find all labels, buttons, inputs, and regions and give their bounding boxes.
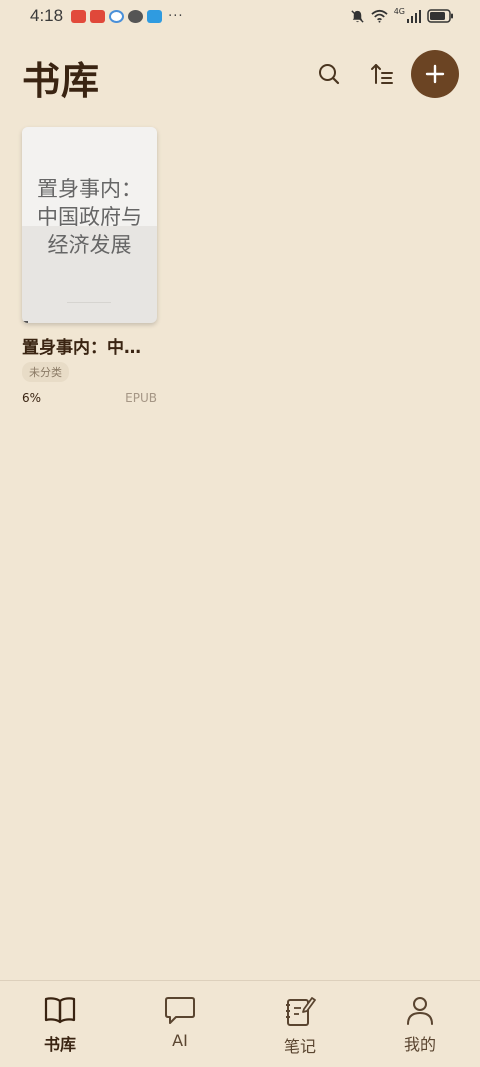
book-meta: 6% EPUB [22, 391, 157, 405]
header: 书库 [0, 44, 480, 106]
sort-icon [371, 64, 393, 84]
book-format: EPUB [125, 391, 157, 405]
nav-item-ai[interactable]: AI [120, 981, 240, 1067]
nav-label-profile: 我的 [403, 1035, 436, 1054]
status-bar: 4:18 ··· 4G [0, 0, 480, 32]
add-book-button[interactable] [411, 50, 459, 98]
page-title: 书库 [22, 59, 101, 103]
person-icon [407, 997, 433, 1025]
search-app-icon [147, 9, 163, 23]
huawei-app-icon [71, 9, 87, 23]
nav-label-ai: AI [172, 1031, 188, 1050]
search-icon [319, 64, 340, 85]
bottom-nav: 书库 AI 笔记 我的 [0, 980, 480, 1067]
cover-title: 置身事内：中国政府与经济发展 [37, 177, 142, 257]
status-time: 4:18 [30, 6, 64, 25]
mute-icon [351, 9, 364, 23]
more-notifications-icon: ··· [168, 8, 184, 24]
book-cover[interactable]: 置身事内：中国政府与经济发展 [22, 127, 157, 323]
chat-bubble-icon [165, 997, 195, 1024]
battery-icon [427, 9, 453, 23]
network-type-label: 4G [393, 6, 405, 16]
book-title: 置身事内：中国政府与经济发展 [22, 338, 144, 358]
browser-app-icon [109, 9, 125, 23]
notebook-icon [286, 997, 316, 1026]
cover-divider [67, 302, 111, 303]
nav-label-library: 书库 [43, 1035, 76, 1054]
nav-item-profile[interactable]: 我的 [360, 981, 480, 1067]
wifi-icon [371, 9, 388, 23]
review-app-icon [90, 9, 106, 23]
signal-icon [407, 9, 421, 23]
plus-icon [425, 64, 445, 84]
wechat-icon [128, 9, 144, 23]
nav-label-notes: 笔记 [283, 1037, 316, 1056]
search-button[interactable] [313, 58, 345, 90]
nav-item-notes[interactable]: 笔记 [240, 981, 360, 1067]
reading-progress: 6% [22, 391, 42, 405]
book-card[interactable]: 置身事内：中国政府与经济发展 置身事内：中国政府与经济发展 未分类 6% EPU… [22, 127, 157, 405]
cover-edge-mark [22, 321, 28, 323]
nav-item-library[interactable]: 书库 [0, 981, 120, 1067]
sort-button[interactable] [366, 58, 398, 90]
book-icon [44, 997, 76, 1024]
category-badge: 未分类 [22, 362, 69, 382]
